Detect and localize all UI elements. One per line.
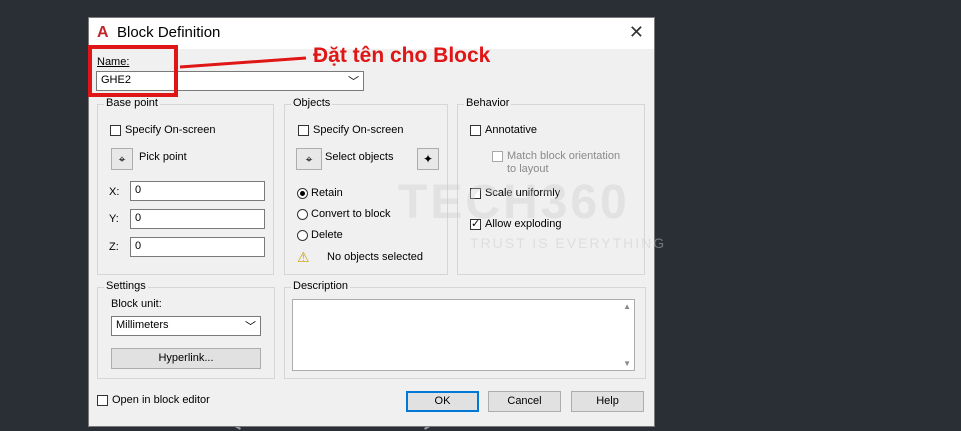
x-input[interactable]: 0 bbox=[130, 181, 265, 201]
behavior-title: Behavior bbox=[464, 97, 512, 109]
base-point-title: Base point bbox=[104, 97, 160, 109]
select-objects-icon: ⌖ bbox=[305, 152, 313, 166]
no-objects-status: No objects selected bbox=[327, 251, 423, 263]
convert-to-block-radio[interactable] bbox=[297, 209, 308, 220]
close-icon[interactable]: ✕ bbox=[629, 22, 644, 43]
annotation-arrow-line bbox=[179, 56, 307, 69]
z-label: Z: bbox=[109, 241, 119, 253]
block-unit-select[interactable]: Millimeters ﹀ bbox=[111, 316, 261, 336]
open-in-editor-label: Open in block editor bbox=[112, 394, 210, 406]
delete-label: Delete bbox=[311, 229, 343, 241]
hyperlink-button[interactable]: Hyperlink... bbox=[111, 348, 261, 369]
description-textarea[interactable]: ▲ ▼ bbox=[292, 299, 635, 371]
pick-point-icon: ⌖ bbox=[118, 152, 126, 166]
settings-title: Settings bbox=[104, 280, 148, 292]
warning-icon: ⚠ bbox=[297, 249, 310, 265]
select-objects-label: Select objects bbox=[325, 151, 394, 163]
match-orientation-label-line1: Match block orientation bbox=[507, 150, 621, 162]
annotative-label: Annotative bbox=[485, 124, 537, 136]
block-unit-value: Millimeters bbox=[116, 319, 169, 331]
chevron-down-icon: ﹀ bbox=[245, 321, 256, 333]
block-unit-label: Block unit: bbox=[111, 298, 162, 310]
retain-radio[interactable] bbox=[297, 188, 308, 199]
annotation-highlight-box bbox=[88, 45, 178, 97]
watermark-tagline: TRUST IS EVERYTHING bbox=[470, 235, 667, 251]
x-label: X: bbox=[109, 186, 120, 198]
help-button[interactable]: Help bbox=[571, 391, 644, 412]
dialog-title: Block Definition bbox=[117, 24, 221, 41]
objects-title: Objects bbox=[291, 97, 333, 109]
open-in-editor-checkbox[interactable] bbox=[97, 395, 108, 406]
annotation-label: Đặt tên cho Block bbox=[313, 44, 491, 67]
scroll-down-icon[interactable]: ▼ bbox=[623, 359, 631, 368]
chevron-down-icon: ﹀ bbox=[348, 76, 359, 88]
ok-button[interactable]: OK bbox=[406, 391, 479, 412]
convert-to-block-label: Convert to block bbox=[311, 208, 391, 220]
pick-point-button[interactable]: ⌖ bbox=[111, 148, 133, 170]
base-specify-onscreen-checkbox[interactable] bbox=[110, 125, 121, 136]
base-specify-onscreen-label: Specify On-screen bbox=[125, 124, 216, 136]
objects-specify-onscreen-label: Specify On-screen bbox=[313, 124, 404, 136]
quick-select-icon: ✦ bbox=[422, 152, 434, 166]
description-title: Description bbox=[291, 280, 351, 292]
annotative-checkbox[interactable] bbox=[470, 125, 481, 136]
retain-label: Retain bbox=[311, 187, 343, 199]
watermark-brand: TECH360 bbox=[398, 176, 630, 229]
autocad-logo-icon: A bbox=[97, 24, 109, 41]
delete-radio[interactable] bbox=[297, 230, 308, 241]
pick-point-label: Pick point bbox=[139, 151, 187, 163]
match-orientation-checkbox[interactable] bbox=[492, 151, 503, 162]
select-objects-button[interactable]: ⌖ bbox=[296, 148, 322, 170]
z-input[interactable]: 0 bbox=[130, 237, 265, 257]
objects-specify-onscreen-checkbox[interactable] bbox=[298, 125, 309, 136]
quick-select-button[interactable]: ✦ bbox=[417, 148, 439, 170]
y-label: Y: bbox=[109, 213, 119, 225]
y-input[interactable]: 0 bbox=[130, 209, 265, 229]
cancel-button[interactable]: Cancel bbox=[488, 391, 561, 412]
match-orientation-label-line2: to layout bbox=[507, 163, 549, 175]
scroll-up-icon[interactable]: ▲ bbox=[623, 302, 631, 311]
